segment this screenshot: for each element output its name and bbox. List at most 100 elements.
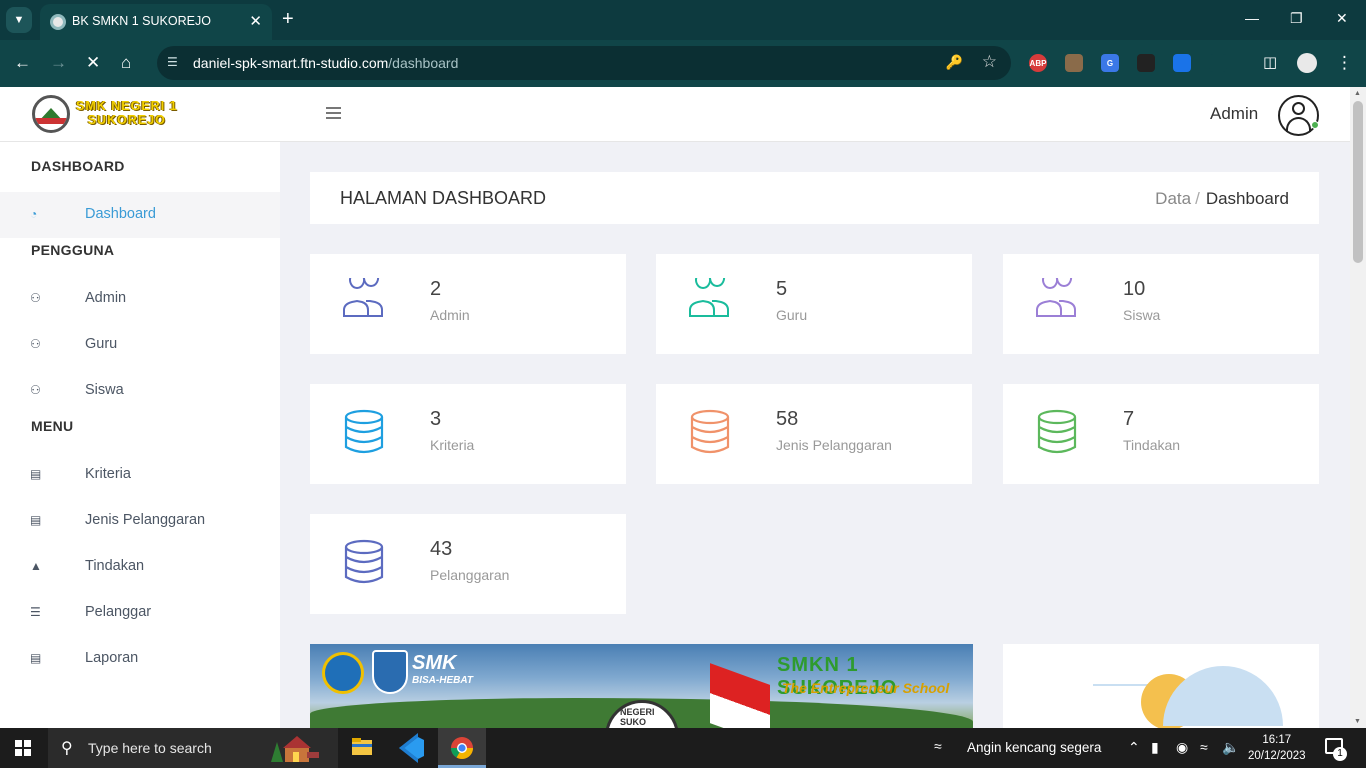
tab-title: BK SMKN 1 SUKOREJO [72, 14, 211, 28]
school-logo[interactable] [32, 95, 70, 133]
sidebar-item-label: Siswa [85, 382, 124, 398]
profile-avatar-icon[interactable] [1297, 53, 1317, 73]
weather-icon[interactable]: ≈ [934, 738, 942, 754]
sidebar-item-pelanggar[interactable]: ☰ Pelanggar [0, 590, 280, 636]
window-close-icon[interactable]: ✕ [1336, 10, 1348, 27]
users-outline-icon [340, 269, 388, 326]
sidebar-item-tindakan[interactable]: ▲ Tindakan [0, 544, 280, 590]
wifi-icon[interactable]: ≈ [1200, 739, 1208, 755]
tachometer-icon: ◔ [30, 207, 38, 221]
stop-loading-icon[interactable]: ✕ [86, 53, 100, 73]
online-status-icon [1311, 121, 1319, 129]
scroll-down-icon[interactable]: ▼ [1354, 718, 1361, 725]
logo-line2: SUKOREJO [87, 113, 166, 127]
breadcrumb-separator: / [1195, 189, 1200, 208]
url-path: /dashboard [388, 55, 459, 71]
page-title: HALAMAN DASHBOARD [340, 188, 547, 208]
stat-card-pelanggaran[interactable]: 43 Pelanggaran [310, 514, 626, 614]
browser-tab[interactable]: BK SMKN 1 SUKOREJO ✕ [40, 4, 272, 40]
taskbar-search[interactable]: ⚲ Type here to search [48, 728, 338, 768]
settings-extension-icon[interactable] [1173, 54, 1191, 72]
battery-icon[interactable]: ▮ [1151, 739, 1159, 756]
users-outline-icon [1033, 269, 1081, 326]
stat-card-guru[interactable]: 5 Guru [656, 254, 972, 354]
breadcrumb-parent[interactable]: Data [1155, 189, 1191, 208]
password-key-icon[interactable]: 🔑 [946, 54, 963, 71]
forward-icon[interactable]: → [50, 53, 67, 73]
file-explorer-icon[interactable] [338, 728, 386, 768]
scrollbar-thumb[interactable] [1353, 101, 1363, 263]
illustration-card [1003, 644, 1319, 728]
menu-toggle-icon[interactable] [326, 107, 341, 122]
sidebar-item-siswa[interactable]: ⚇ Siswa [0, 368, 280, 414]
side-panel-icon[interactable]: ◫ [1263, 53, 1277, 73]
sidebar-item-label: Tindakan [85, 558, 145, 574]
users-icon: ⚇ [30, 337, 41, 351]
stat-count: 2 [430, 278, 442, 300]
system-clock[interactable]: 16:17 20/12/2023 [1248, 732, 1306, 764]
search-placeholder: Type here to search [88, 740, 212, 756]
stat-label: Kriteria [430, 437, 475, 453]
home-icon[interactable]: ⌂ [121, 53, 131, 73]
logo-text[interactable]: SMK NEGERI 1 SUKOREJO [76, 99, 178, 127]
user-name[interactable]: Admin [1210, 104, 1258, 124]
sidebar-item-label: Guru [85, 336, 118, 352]
chrome-icon[interactable] [438, 728, 486, 768]
stat-card-jenis-pelanggaran[interactable]: 58 Jenis Pelanggaran [656, 384, 972, 484]
minimize-icon[interactable]: — [1245, 10, 1259, 26]
page-scrollbar[interactable]: ▲ ▼ [1350, 87, 1366, 728]
tab-favicon-icon [50, 14, 66, 30]
stat-card-siswa[interactable]: 10 Siswa [1003, 254, 1319, 354]
volume-icon[interactable]: 🔈 [1222, 739, 1239, 756]
address-bar[interactable]: ☰ daniel-spk-smart.ftn-studio.com/dashbo… [157, 46, 1011, 80]
user-avatar-icon[interactable] [1278, 95, 1319, 136]
sidebar: DASHBOARD ◔ Dashboard PENGGUNA ⚇ Admin ⚇ Guru ⚇ S… [0, 142, 280, 728]
stat-count: 43 [430, 538, 453, 560]
file-icon: ▤ [30, 651, 42, 665]
web-page: SMK NEGERI 1 SUKOREJO Admin DASHBOARD ◔ Da… [0, 87, 1366, 728]
stat-card-tindakan[interactable]: 7 Tindakan [1003, 384, 1319, 484]
url-text[interactable]: daniel-spk-smart.ftn-studio.com/dashboar… [193, 55, 458, 71]
users-outline-icon [686, 269, 734, 326]
browser-toolbar: ← → ✕ ⌂ ☰ daniel-spk-smart.ftn-studio.co… [0, 40, 1366, 87]
windows-start-icon[interactable] [15, 740, 32, 757]
video-extension-icon[interactable] [1137, 54, 1155, 72]
google-translate-extension-icon[interactable]: G [1101, 54, 1119, 72]
new-tab-button[interactable]: + [282, 8, 294, 30]
stat-count: 5 [776, 278, 788, 300]
logo-line1: SMK NEGERI 1 [76, 99, 178, 113]
stat-label: Tindakan [1123, 437, 1181, 453]
sidebar-item-label: Laporan [85, 650, 139, 666]
site-info-icon[interactable]: ☰ [167, 55, 178, 69]
owl-extension-icon[interactable] [1065, 54, 1083, 72]
adblock-plus-extension-icon[interactable]: ABP [1029, 54, 1047, 72]
banner-tagline: The Entrepreneur School [782, 680, 950, 696]
database-icon [1033, 408, 1081, 456]
puzzle-extension-icon[interactable] [1209, 54, 1227, 72]
weather-text[interactable]: Angin kencang segera [967, 740, 1101, 755]
scroll-up-icon[interactable]: ▲ [1354, 90, 1361, 97]
bookmark-star-icon[interactable]: ☆ [982, 52, 997, 72]
stat-card-admin[interactable]: 2 Admin [310, 254, 626, 354]
sidebar-item-dashboard[interactable]: ◔ Dashboard [0, 192, 280, 238]
search-icon: ⚲ [61, 740, 73, 757]
show-hidden-icons[interactable]: ⌃ [1128, 739, 1140, 756]
sidebar-item-admin[interactable]: ⚇ Admin [0, 276, 280, 322]
sidebar-item-guru[interactable]: ⚇ Guru [0, 322, 280, 368]
stat-count: 3 [430, 408, 442, 430]
kemendikbud-seal-icon [322, 652, 364, 694]
tab-close-icon[interactable]: ✕ [249, 12, 262, 30]
browser-menu-icon[interactable]: ⋮ [1336, 53, 1353, 73]
sidebar-item-jenis-pelanggaran[interactable]: ▤ Jenis Pelanggaran [0, 498, 280, 544]
vscode-icon[interactable] [388, 728, 436, 768]
sidebar-heading: DASHBOARD [31, 158, 125, 174]
browser-tab-strip: ▼ BK SMKN 1 SUKOREJO ✕ + — ❐ ✕ [0, 0, 1366, 40]
webcam-icon[interactable]: ◉ [1176, 739, 1188, 756]
tab-search-button[interactable]: ▼ [6, 7, 32, 33]
breadcrumb-current: Dashboard [1205, 189, 1289, 208]
back-icon[interactable]: ← [14, 53, 31, 73]
sidebar-item-kriteria[interactable]: ▤ Kriteria [0, 452, 280, 498]
restore-icon[interactable]: ❐ [1290, 10, 1303, 27]
stat-card-kriteria[interactable]: 3 Kriteria [310, 384, 626, 484]
sidebar-item-laporan[interactable]: ▤ Laporan [0, 636, 280, 682]
